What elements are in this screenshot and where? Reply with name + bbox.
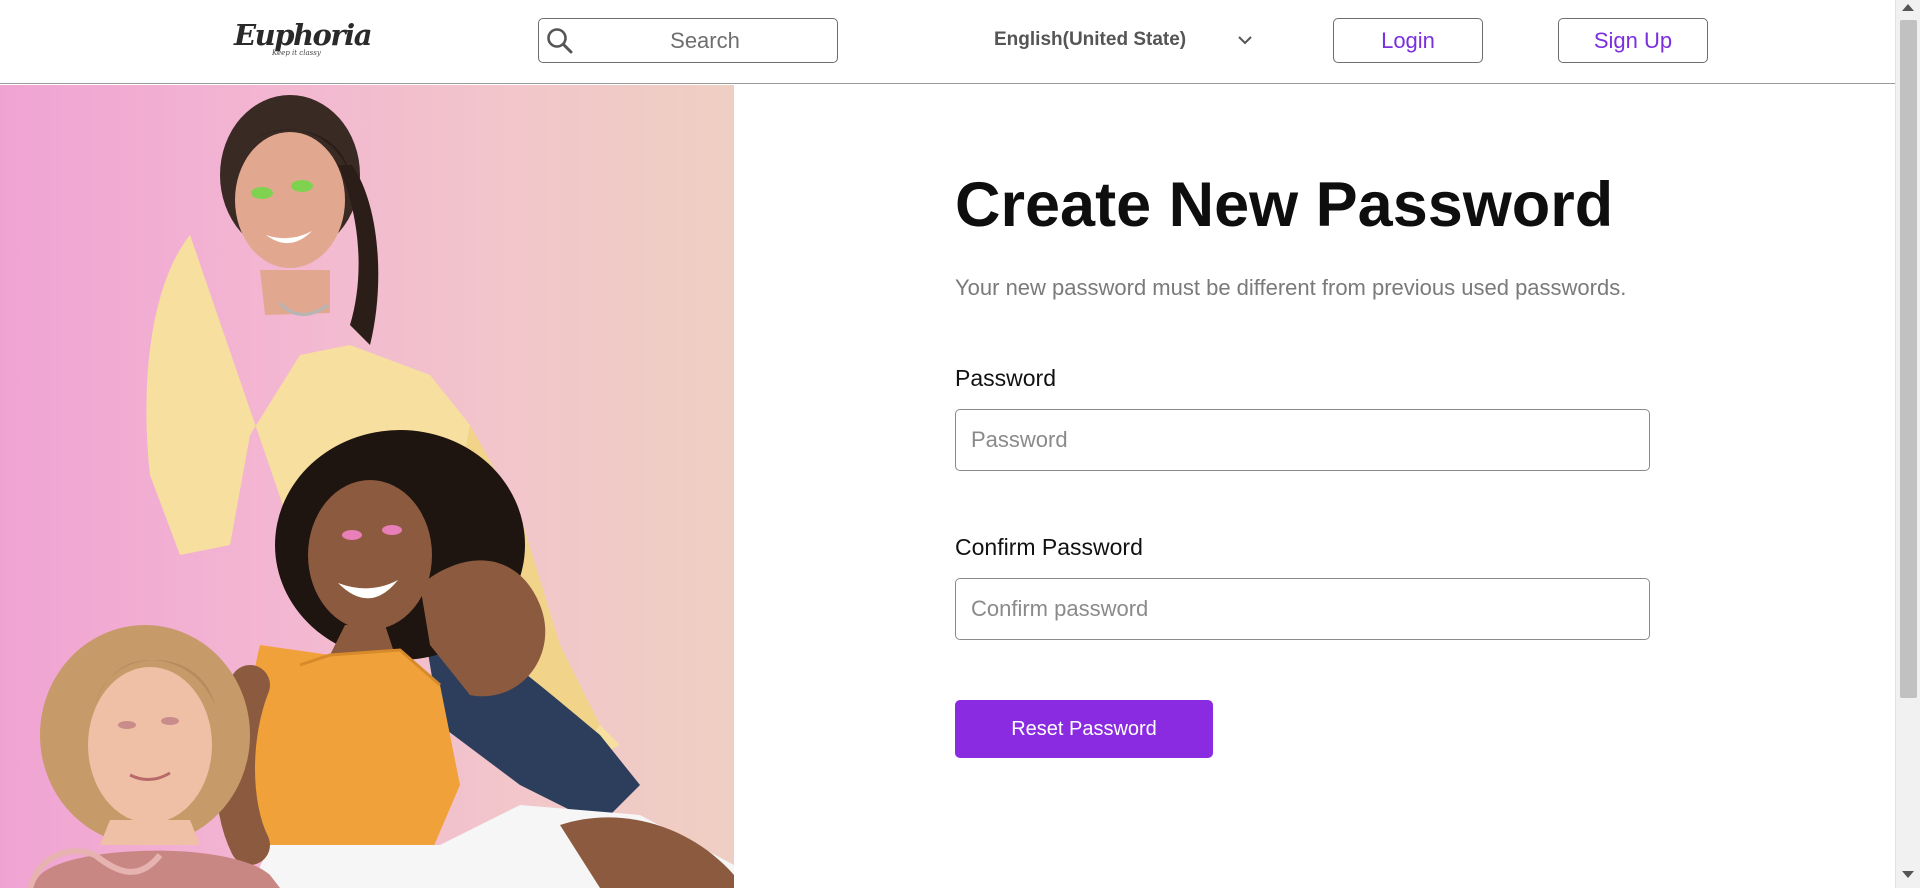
language-selector[interactable]: English(United State) [990, 18, 1260, 63]
page-title: Create New Password [955, 170, 1614, 240]
reset-password-button[interactable]: Reset Password [955, 700, 1213, 758]
scrollbar-thumb[interactable] [1900, 20, 1917, 698]
top-navbar: Euphoria Keep it classy English(United S… [0, 0, 1895, 84]
hero-photo-three-women [27, 95, 734, 888]
confirm-password-field-box[interactable] [955, 578, 1650, 640]
vertical-scrollbar[interactable] [1895, 0, 1920, 888]
logo-text: Euphoria [234, 18, 372, 52]
confirm-password-label: Confirm Password [955, 534, 1143, 560]
search-box[interactable] [538, 18, 838, 63]
page-subtitle: Your new password must be different from… [955, 275, 1627, 300]
create-password-form: Create New Password Your new password mu… [955, 85, 1655, 845]
password-field-box[interactable] [955, 409, 1650, 471]
search-input[interactable] [579, 23, 831, 58]
chevron-down-icon[interactable] [1236, 31, 1254, 49]
scroll-up-arrow-icon[interactable] [1902, 4, 1914, 11]
password-input[interactable] [956, 410, 1649, 470]
page: Euphoria Keep it classy English(United S… [0, 0, 1895, 888]
hero-image [0, 85, 734, 888]
login-button[interactable]: Login [1333, 18, 1483, 63]
brand-logo[interactable]: Euphoria Keep it classy [234, 18, 372, 60]
confirm-password-input[interactable] [956, 579, 1649, 639]
logo-tagline: Keep it classy [272, 49, 321, 57]
password-label: Password [955, 365, 1056, 391]
language-label: English(United State) [994, 29, 1187, 50]
scroll-down-arrow-icon[interactable] [1902, 871, 1914, 878]
search-icon[interactable] [545, 26, 575, 56]
signup-button[interactable]: Sign Up [1558, 18, 1708, 63]
